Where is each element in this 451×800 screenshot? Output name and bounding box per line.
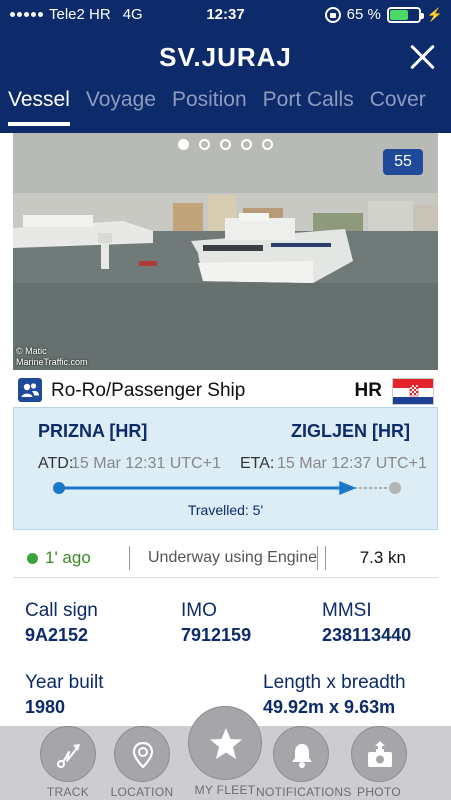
passengers-icon [18, 378, 42, 402]
vessel-type: Ro-Ro/Passenger Ship [51, 380, 246, 401]
pagination-dot[interactable] [199, 139, 210, 150]
photo-label: PHOTO [357, 785, 401, 799]
divider [129, 546, 130, 570]
vessel-status-row: 1' ago Underway using Engine 7.3 kn [13, 538, 438, 578]
charging-bolt-icon: ⚡ [426, 6, 443, 22]
navigational-status: Underway using Engine [148, 549, 317, 566]
pagination-dot[interactable] [178, 139, 189, 150]
flag-country-code: HR [354, 380, 382, 401]
voyage-route-panel[interactable]: PRIZNA [HR] ZIGLJEN [HR] ATD: 15 Mar 12:… [13, 407, 438, 530]
mmsi-label: MMSI [322, 600, 372, 621]
camera-upload-icon [351, 726, 407, 782]
tab-voyage[interactable]: Voyage [78, 86, 164, 126]
vessel-photo[interactable]: 55 © Matic MarineTraffic.com [13, 133, 438, 370]
pagination-dot[interactable] [220, 139, 231, 150]
croatia-flag-icon [392, 378, 434, 405]
header: Tele2 HR 4G 12:37 65 % ⚡ SV.JURAJ Vessel… [0, 0, 451, 133]
call-sign-field: Call sign 9A2152 [25, 600, 98, 646]
vessel-type-row: Ro-Ro/Passenger Ship HR [13, 375, 438, 407]
voyage-progress [52, 481, 402, 495]
tab-position[interactable]: Position [164, 86, 255, 126]
divider [317, 546, 318, 570]
mmsi-field: MMSI 238113440 [322, 600, 411, 646]
tab-bar: Vessel Voyage Position Port Calls Cover [0, 86, 451, 126]
notifications-button[interactable]: NOTIFICATIONS [256, 726, 352, 799]
atd-value: 15 Mar 12:31 UTC+1 [71, 455, 221, 472]
status-right: 65 % ⚡ [324, 6, 443, 23]
departure-point [53, 482, 65, 494]
photo-credit: © Matic MarineTraffic.com [16, 346, 88, 368]
pagination-dot[interactable] [241, 139, 252, 150]
imo-label: IMO [181, 600, 217, 621]
page-title: SV.JURAJ [159, 42, 292, 72]
eta-value: 15 Mar 12:37 UTC+1 [277, 455, 427, 472]
destination-port[interactable]: ZIGLJEN [HR] [291, 421, 410, 442]
bell-icon [273, 726, 329, 782]
dimensions-label: Length x breadth [263, 672, 406, 693]
photo-button[interactable]: PHOTO [334, 726, 424, 799]
photo-count-badge[interactable]: 55 [383, 149, 423, 175]
photo-credit-author: © Matic [16, 346, 47, 356]
location-label: LOCATION [110, 785, 174, 799]
photo-pagination [13, 139, 438, 150]
atd-label: ATD: [38, 455, 74, 472]
vessel-position-arrow [339, 481, 357, 495]
track-icon [40, 726, 96, 782]
eta-label: ETA: [240, 455, 275, 472]
photo-credit-source: MarineTraffic.com [16, 357, 88, 367]
bottom-toolbar: TRACK LOCATION MY FLEET NOTIFICATIONS PH… [0, 706, 451, 800]
year-built-label: Year built [25, 672, 104, 693]
pagination-dot[interactable] [262, 139, 273, 150]
last-update: 1' ago [45, 548, 91, 567]
close-button[interactable] [407, 42, 437, 72]
tab-vessel[interactable]: Vessel [0, 86, 78, 126]
star-icon [188, 706, 262, 780]
imo-field: IMO 7912159 [181, 600, 251, 646]
call-sign-value: 9A2152 [25, 625, 89, 645]
divider [325, 546, 326, 570]
mmsi-value: 238113440 [322, 625, 412, 645]
online-status-dot [27, 553, 38, 564]
notifications-label: NOTIFICATIONS [256, 785, 352, 799]
vessel-details-screen: Tele2 HR 4G 12:37 65 % ⚡ SV.JURAJ Vessel… [0, 0, 451, 800]
destination-point [389, 482, 401, 494]
battery-fill [389, 9, 408, 20]
departure-port[interactable]: PRIZNA [HR] [38, 421, 147, 442]
battery-percent: 65 % [346, 6, 381, 23]
location-button[interactable]: LOCATION [97, 726, 187, 799]
tab-cover[interactable]: Cover [362, 86, 434, 126]
vessel-speed: 7.3 kn [359, 548, 406, 567]
imo-value: 7912159 [181, 625, 252, 645]
location-pin-icon [114, 726, 170, 782]
vessel-photo-image [13, 133, 438, 370]
call-sign-label: Call sign [25, 600, 98, 621]
travelled-time: Travelled: 5' [187, 502, 264, 518]
tab-port-calls[interactable]: Port Calls [255, 86, 362, 126]
title-row: SV.JURAJ [0, 38, 451, 78]
status-bar: Tele2 HR 4G 12:37 65 % ⚡ [0, 0, 451, 30]
battery-icon [386, 6, 424, 23]
rotation-lock-icon [324, 6, 341, 23]
